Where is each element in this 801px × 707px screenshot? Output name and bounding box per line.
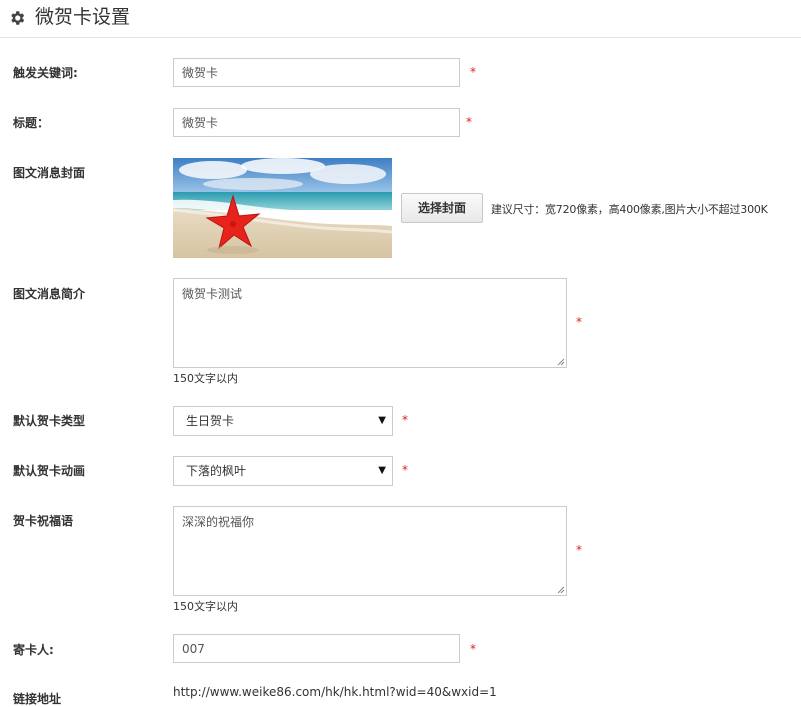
card-animation-selected: 下落的枫叶 (186, 464, 247, 478)
keyword-input[interactable] (173, 58, 460, 87)
greeting-label: 贺卡祝福语 (13, 514, 74, 528)
cover-image (173, 158, 392, 258)
card-type-required-mark: * (402, 413, 408, 427)
greeting-textarea[interactable]: 深深的祝福你 (173, 506, 567, 596)
choose-cover-button[interactable]: 选择封面 (401, 193, 483, 223)
cover-size-hint: 建议尺寸：宽720像素，高400像素,图片大小不超过300K (491, 203, 768, 216)
page-title: 微贺卡设置 (35, 6, 131, 28)
summary-limit-note: 150文字以内 (173, 372, 238, 385)
summary-label: 图文消息简介 (13, 287, 86, 301)
keyword-required-mark: * (470, 65, 476, 79)
summary-required-mark: * (576, 315, 582, 329)
starfish-beach-picture (173, 158, 392, 258)
link-label: 链接地址 (13, 692, 62, 706)
resize-grip-icon[interactable] (557, 586, 565, 594)
resize-grip-icon[interactable] (557, 358, 565, 366)
sender-input[interactable] (173, 634, 460, 663)
title-label: 标题： (13, 116, 50, 130)
cover-label: 图文消息封面 (13, 166, 86, 180)
card-animation-label: 默认贺卡动画 (13, 464, 86, 478)
page-header: 微贺卡设置 (0, 0, 801, 38)
card-type-selected: 生日贺卡 (186, 414, 235, 428)
card-type-select[interactable]: 生日贺卡 ▼ (173, 406, 393, 436)
dropdown-arrow-icon: ▼ (378, 465, 386, 476)
sender-label: 寄卡人: (13, 643, 54, 657)
card-animation-required-mark: * (402, 463, 408, 477)
keyword-label: 触发关键词: (13, 66, 78, 80)
card-animation-select[interactable]: 下落的枫叶 ▼ (173, 456, 393, 486)
summary-textarea[interactable]: 微贺卡测试 (173, 278, 567, 368)
title-required-mark: * (466, 115, 472, 129)
greeting-required-mark: * (576, 543, 582, 557)
title-input[interactable] (173, 108, 460, 137)
dropdown-arrow-icon: ▼ (378, 415, 386, 426)
sender-required-mark: * (470, 642, 476, 656)
card-type-label: 默认贺卡类型 (13, 414, 86, 428)
greeting-limit-note: 150文字以内 (173, 600, 238, 613)
gear-icon (11, 11, 25, 25)
link-url: http://www.weike86.com/hk/hk.html?wid=40… (173, 685, 497, 699)
